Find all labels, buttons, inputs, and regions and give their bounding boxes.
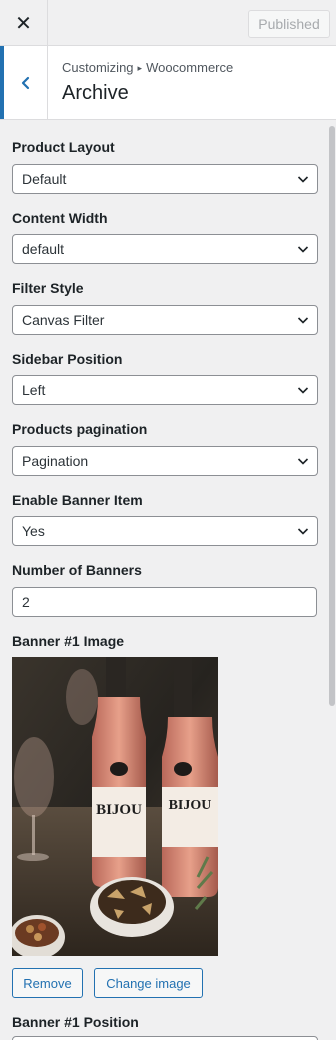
wine-bottles-photo: BIJOU BIJOU <box>12 657 218 956</box>
section-header: Customizing ▸ Woocommerce Archive <box>0 46 336 120</box>
filter-style-value: Canvas Filter <box>22 312 105 328</box>
customizer-topbar: ✕ Published <box>0 0 336 46</box>
enable-banner-select[interactable]: Yes <box>12 516 318 546</box>
chevron-down-icon <box>297 317 309 324</box>
bottle-label-text: BIJOU <box>96 802 142 818</box>
banner-1-position-label: Banner #1 Position <box>12 1014 139 1030</box>
close-button[interactable]: ✕ <box>0 0 48 46</box>
chevron-down-icon <box>297 458 309 465</box>
banner-1-image-label: Banner #1 Image <box>12 633 125 649</box>
products-pagination-select[interactable]: Pagination <box>12 446 318 476</box>
content-width-label: Content Width <box>12 210 108 226</box>
product-layout-value: Default <box>22 171 67 187</box>
product-layout-select[interactable]: Default <box>12 164 318 194</box>
chevron-down-icon <box>297 387 309 394</box>
chevron-down-icon <box>297 176 309 183</box>
content-width-value: default <box>22 241 65 257</box>
breadcrumb-root: Customizing <box>62 60 134 75</box>
sidebar-position-select[interactable]: Left <box>12 375 318 405</box>
banner-1-image-preview[interactable]: BIJOU BIJOU <box>12 657 218 956</box>
bottle-label-text-2: BIJOU <box>169 798 212 813</box>
published-button[interactable]: Published <box>248 10 330 38</box>
chevron-left-icon <box>21 76 29 89</box>
enable-banner-value: Yes <box>22 523 45 539</box>
product-layout-label: Product Layout <box>12 139 115 155</box>
enable-banner-label: Enable Banner Item <box>12 492 143 508</box>
number-of-banners-input[interactable]: 2 <box>12 587 317 617</box>
filter-style-select[interactable]: Canvas Filter <box>12 305 318 335</box>
filter-style-label: Filter Style <box>12 280 84 296</box>
sidebar-position-label: Sidebar Position <box>12 351 123 367</box>
panel-scrollbar-thumb[interactable] <box>329 126 335 706</box>
close-icon: ✕ <box>15 12 32 35</box>
chevron-down-icon <box>297 528 309 535</box>
back-button[interactable] <box>0 46 48 119</box>
number-of-banners-label: Number of Banners <box>12 562 142 578</box>
sidebar-position-value: Left <box>22 382 46 398</box>
section-title: Archive <box>62 82 129 104</box>
breadcrumb: Customizing ▸ Woocommerce <box>62 60 233 75</box>
banner-1-position-select[interactable] <box>12 1036 318 1040</box>
change-image-button[interactable]: Change image <box>94 968 203 998</box>
products-pagination-label: Products pagination <box>12 421 148 437</box>
products-pagination-value: Pagination <box>22 453 89 469</box>
content-width-select[interactable]: default <box>12 234 318 264</box>
chevron-down-icon <box>297 246 309 253</box>
number-of-banners-value: 2 <box>22 594 30 610</box>
breadcrumb-separator: ▸ <box>137 63 143 73</box>
remove-image-button[interactable]: Remove <box>12 968 83 998</box>
breadcrumb-section: Woocommerce <box>146 60 234 75</box>
